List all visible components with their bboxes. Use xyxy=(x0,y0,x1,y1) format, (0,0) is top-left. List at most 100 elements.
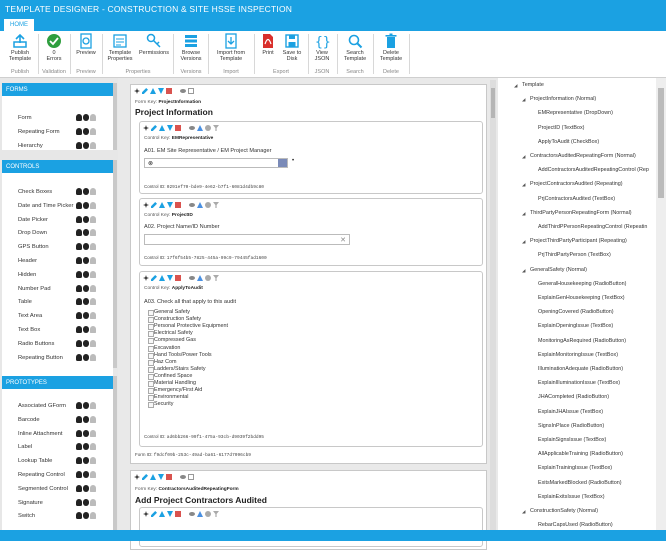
toolbox-item-label[interactable]: Label xyxy=(2,440,113,454)
move-down-icon[interactable] xyxy=(167,202,173,208)
delete-icon[interactable] xyxy=(166,88,172,94)
tree-node[interactable]: ThirdPartyPersonRepeatingForm (Normal) xyxy=(530,210,632,216)
toolbox-item-repeating-button[interactable]: Repeating Button xyxy=(2,351,113,365)
move-icon[interactable] xyxy=(143,511,149,517)
settings-icon[interactable] xyxy=(205,202,211,208)
move-icon[interactable] xyxy=(134,474,140,480)
collapse-icon[interactable] xyxy=(188,474,194,480)
checkbox-option[interactable]: Excavation xyxy=(148,345,180,352)
canvas-scrollbar[interactable] xyxy=(490,80,496,541)
tree-expand-icon[interactable]: ◢ xyxy=(522,268,525,274)
tree-node[interactable]: ExplainIlluminationIssue (TextBox) xyxy=(538,380,620,386)
move-down-icon[interactable] xyxy=(158,474,164,480)
view-json-button[interactable]: {} View JSON xyxy=(310,33,334,62)
browse-versions-button[interactable]: Browse Versions xyxy=(175,33,207,62)
form-card-project-information[interactable]: Form Key: ProjectInformation Project Inf… xyxy=(130,84,487,464)
move-up-icon[interactable] xyxy=(159,275,165,281)
toolbox-item-hidden[interactable]: Hidden xyxy=(2,268,113,282)
forms-scrollbar[interactable] xyxy=(113,83,117,150)
toolbox-item-date-picker[interactable]: Date Picker xyxy=(2,213,113,227)
toolbox-item-barcode[interactable]: Barcode xyxy=(2,413,113,427)
checkbox-option[interactable]: Electrical Safety xyxy=(148,330,193,338)
tree-node[interactable]: RebarCapsUsed (RadioButton) xyxy=(538,522,613,528)
move-icon[interactable] xyxy=(143,125,149,131)
move-up-icon[interactable] xyxy=(150,474,156,480)
tree-expand-icon[interactable]: ◢ xyxy=(522,182,525,188)
control-card-apply-to-audit[interactable]: Control Key: ApplyToAudit A03. Check all… xyxy=(139,271,483,447)
move-up-icon[interactable] xyxy=(159,125,165,131)
tree-node[interactable]: SignsInPlace (RadioButton) xyxy=(538,423,604,429)
checkbox-option[interactable]: Haz Com xyxy=(148,359,176,366)
save-to-disk-button[interactable]: Save to Disk xyxy=(279,33,305,62)
move-down-icon[interactable] xyxy=(167,275,173,281)
move-icon[interactable] xyxy=(143,275,149,281)
edit-icon[interactable] xyxy=(151,202,157,208)
delete-icon[interactable] xyxy=(166,474,172,480)
tree-node[interactable]: PrjContractorsAudited (TextBox) xyxy=(538,196,615,202)
tree-node[interactable]: ProjectID (TextBox) xyxy=(538,125,584,131)
tree-expand-icon[interactable]: ◢ xyxy=(514,83,517,89)
tree-scrollbar[interactable] xyxy=(656,78,666,541)
control-card-em-representative[interactable]: Control Key: EMRepresentative A01. EM Si… xyxy=(139,121,483,194)
tree-expand-icon[interactable]: ◢ xyxy=(522,239,525,245)
visibility-icon[interactable] xyxy=(189,126,195,130)
toolbox-item-text-box[interactable]: Text Box xyxy=(2,323,113,337)
tree-node[interactable]: ApplyToAudit (CheckBox) xyxy=(538,139,599,145)
tree-node[interactable]: ProjectContractorsAudited (Repeating) xyxy=(530,181,623,187)
preview-button[interactable]: Preview xyxy=(72,33,100,56)
tree-node[interactable]: ExplainTrainingIssue (TextBox) xyxy=(538,465,612,471)
tree-node[interactable]: Template xyxy=(522,82,544,88)
move-down-icon[interactable] xyxy=(167,125,173,131)
toolbox-item-repeating-control[interactable]: Repeating Control xyxy=(2,468,113,482)
import-from-template-button[interactable]: Import from Template xyxy=(210,33,252,62)
delete-icon[interactable] xyxy=(175,511,181,517)
toolbox-item-inline-attachment[interactable]: Inline Attachment xyxy=(2,427,113,441)
publish-template-button[interactable]: Publish Template xyxy=(4,33,36,62)
tree-node[interactable]: ExplainExitsIssue (TextBox) xyxy=(538,494,605,500)
tree-node[interactable]: ExplainMonitoringIssue (TextBox) xyxy=(538,352,618,358)
toolbox-item-switch[interactable]: Switch xyxy=(2,509,113,523)
tree-node[interactable]: ConstructionSafety (Normal) xyxy=(530,508,598,514)
move-up-icon[interactable] xyxy=(159,202,165,208)
move-down-icon[interactable] xyxy=(167,511,173,517)
toolbox-item-date-and-time-picker[interactable]: Date and Time Picker xyxy=(2,199,113,213)
tree-node[interactable]: JHACompleted (RadioButton) xyxy=(538,394,609,400)
filter-icon[interactable] xyxy=(213,125,219,131)
tree-node[interactable]: OpeningCovered (RadioButton) xyxy=(538,309,614,315)
toolbox-item-header[interactable]: Header xyxy=(2,254,113,268)
checkbox-option[interactable]: Hand Tools/Power Tools xyxy=(148,352,212,359)
tree-node[interactable]: GeneralHousekeeping (RadioButton) xyxy=(538,281,626,287)
edit-icon[interactable] xyxy=(142,88,148,94)
tree-node[interactable]: IlluminationAdequate (RadioButton) xyxy=(538,366,623,372)
control-card-project-id[interactable]: Control Key: ProjectID A02. Project Name… xyxy=(139,198,483,266)
toolbox-item-number-pad[interactable]: Number Pad xyxy=(2,282,113,296)
toolbox-item-lookup-table[interactable]: Lookup Table xyxy=(2,454,113,468)
toolbox-item-signature[interactable]: Signature xyxy=(2,496,113,510)
text-input[interactable]: ✕ xyxy=(144,234,350,245)
toolbox-item-drop-down[interactable]: Drop Down xyxy=(2,226,113,240)
checkbox-option[interactable]: Security xyxy=(148,401,173,409)
toolbox-item-check-boxes[interactable]: Check Boxes xyxy=(2,185,113,199)
toolbox-item-repeating-form[interactable]: Repeating Form xyxy=(2,125,113,139)
edit-icon[interactable] xyxy=(142,474,148,480)
tree-node[interactable]: EMRepresentative (DropDown) xyxy=(538,110,613,116)
checkbox-option[interactable]: General Safety xyxy=(148,309,190,316)
visibility-icon[interactable] xyxy=(189,276,195,280)
search-template-button[interactable]: Search Template xyxy=(339,33,371,62)
toolbox-item-associated-gform[interactable]: Associated GForm xyxy=(2,399,113,413)
filter-icon[interactable] xyxy=(213,511,219,517)
tree-node[interactable]: AllApplicableTraining (RadioButton) xyxy=(538,451,623,457)
tree-node[interactable]: PrjThirdPartyPerson (TextBox) xyxy=(538,252,611,258)
canvas-scrollbar-thumb[interactable] xyxy=(491,88,495,118)
visibility-icon[interactable] xyxy=(180,89,186,93)
tree-node[interactable]: ExplainGenHousekeeping (TextBox) xyxy=(538,295,625,301)
settings-icon[interactable] xyxy=(205,511,211,517)
tree-node[interactable]: ContractorsAuditedRepeatingForm (Normal) xyxy=(530,153,636,159)
tree-node[interactable]: ExitsMarkedBlocked (RadioButton) xyxy=(538,480,622,486)
tree-node[interactable]: ExplainOpeningIssue (TextBox) xyxy=(538,323,613,329)
toolbox-item-gps-button[interactable]: GPS Button xyxy=(2,240,113,254)
filter-icon[interactable] xyxy=(213,202,219,208)
edit-icon[interactable] xyxy=(151,125,157,131)
toolbox-item-radio-buttons[interactable]: Radio Buttons xyxy=(2,337,113,351)
tree-node[interactable]: AddContractorsAuditedRepeatingControl (R… xyxy=(538,167,649,173)
